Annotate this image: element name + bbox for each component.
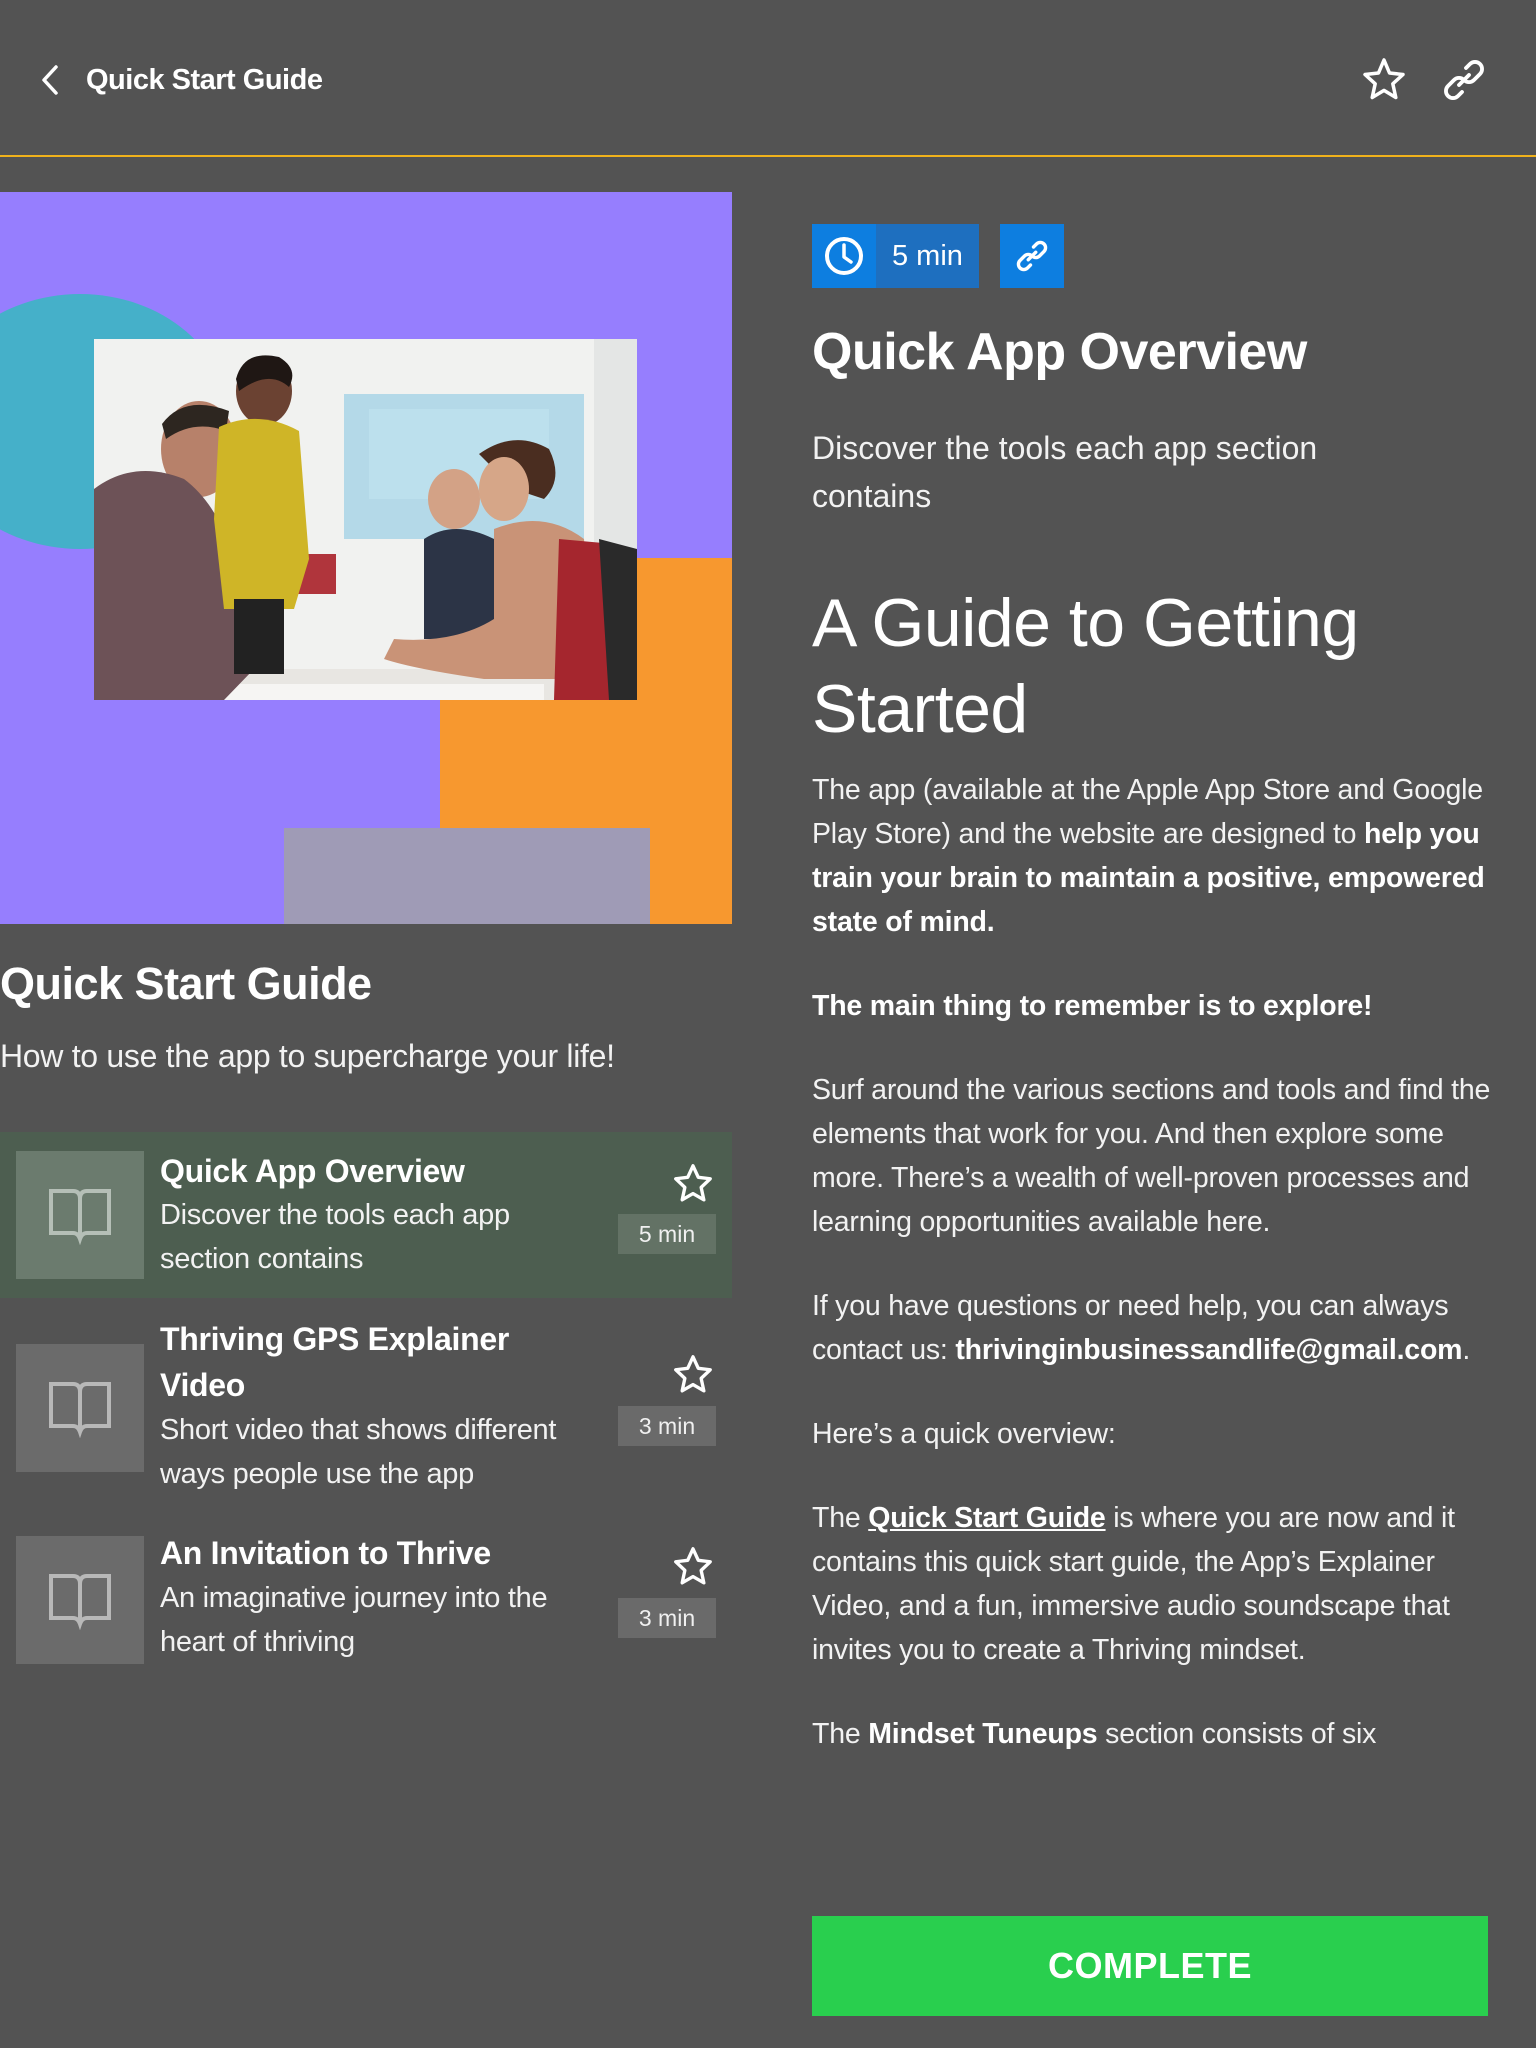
lesson-detail-title: Quick App Overview <box>812 323 1307 381</box>
lesson-item[interactable]: Quick App Overview Discover the tools ea… <box>0 1132 732 1298</box>
star-outline-icon <box>674 1355 712 1393</box>
clock-icon <box>825 237 863 275</box>
article-paragraph: If you have questions or need help, you … <box>812 1284 1502 1372</box>
article-paragraph: The main thing to remember is to explore… <box>812 984 1502 1028</box>
link-icon <box>1444 60 1484 100</box>
top-bar: Quick Start Guide <box>0 0 1536 157</box>
lesson-title: An Invitation to Thrive <box>160 1535 491 1571</box>
article-paragraph: The Quick Start Guide is where you are n… <box>812 1496 1502 1672</box>
lesson-item[interactable]: Thriving GPS Explainer Video Short video… <box>0 1308 732 1498</box>
course-subtitle: How to use the app to supercharge your l… <box>0 1038 615 1074</box>
duration-label: 5 min <box>876 224 979 288</box>
text-span: The <box>812 1718 869 1750</box>
book-open-icon <box>49 1574 111 1630</box>
quick-start-guide-link[interactable]: Quick Start Guide <box>868 1502 1106 1534</box>
favorite-button[interactable] <box>1360 56 1408 104</box>
link-icon <box>1016 240 1048 272</box>
lesson-favorite-button[interactable] <box>670 1544 716 1590</box>
book-open-icon <box>49 1189 111 1245</box>
bold-text: Mindset Tuneups <box>868 1718 1098 1750</box>
lesson-description: Discover the tools each app section cont… <box>160 1199 510 1275</box>
back-button[interactable] <box>36 60 66 100</box>
lesson-duration: 3 min <box>618 1406 716 1446</box>
team-photo-illustration <box>94 339 637 700</box>
article-paragraph: The app (available at the Apple App Stor… <box>812 768 1502 944</box>
page-title: Quick Start Guide <box>86 64 323 96</box>
article-paragraph: Surf around the various sections and too… <box>812 1074 1491 1238</box>
star-outline-icon <box>1363 58 1405 100</box>
text-span: . <box>1462 1334 1471 1366</box>
lesson-title: Thriving GPS Explainer Video <box>160 1321 510 1403</box>
star-outline-icon <box>674 1164 712 1202</box>
article-paragraph: Here’s a quick overview: <box>812 1418 1116 1450</box>
clock-icon-box <box>812 224 876 288</box>
text-span: section consists of six <box>1097 1718 1377 1750</box>
star-outline-icon <box>674 1547 712 1585</box>
contact-email: thrivinginbusinessandlife@gmail.com <box>955 1334 1463 1366</box>
text-span: The <box>812 1502 869 1534</box>
article-heading: A Guide to Getting Started <box>812 585 1359 747</box>
copy-link-button[interactable] <box>1000 224 1064 288</box>
lesson-thumbnail <box>16 1344 144 1472</box>
lesson-favorite-button[interactable] <box>670 1161 716 1207</box>
book-open-icon <box>49 1382 111 1438</box>
article-body[interactable]: A Guide to Getting Started The app (avai… <box>812 580 1502 1876</box>
lesson-description: Short video that shows different ways pe… <box>160 1414 557 1490</box>
lesson-thumbnail <box>16 1536 144 1664</box>
duration-badge: 5 min <box>812 224 979 288</box>
lesson-duration: 5 min <box>618 1214 716 1254</box>
team-photo <box>94 339 637 700</box>
bold-text: The main thing to remember is to explore… <box>812 990 1373 1022</box>
lesson-detail-subtitle: Discover the tools each app section cont… <box>812 430 1318 514</box>
article-paragraph: The Mindset Tuneups section consists of … <box>812 1712 1502 1756</box>
course-title: Quick Start Guide <box>0 958 372 1009</box>
chevron-left-icon <box>42 65 58 95</box>
decor-grey-block <box>284 828 650 924</box>
course-hero-image <box>0 192 732 924</box>
lesson-duration: 3 min <box>618 1598 716 1638</box>
lesson-favorite-button[interactable] <box>670 1352 716 1398</box>
complete-button[interactable]: COMPLETE <box>812 1916 1488 2016</box>
share-link-button[interactable] <box>1440 56 1488 104</box>
lesson-title: Quick App Overview <box>160 1153 465 1189</box>
lesson-description: An imaginative journey into the heart of… <box>160 1582 548 1658</box>
lesson-item[interactable]: An Invitation to Thrive An imaginative j… <box>0 1520 732 1680</box>
lesson-thumbnail <box>16 1151 144 1279</box>
